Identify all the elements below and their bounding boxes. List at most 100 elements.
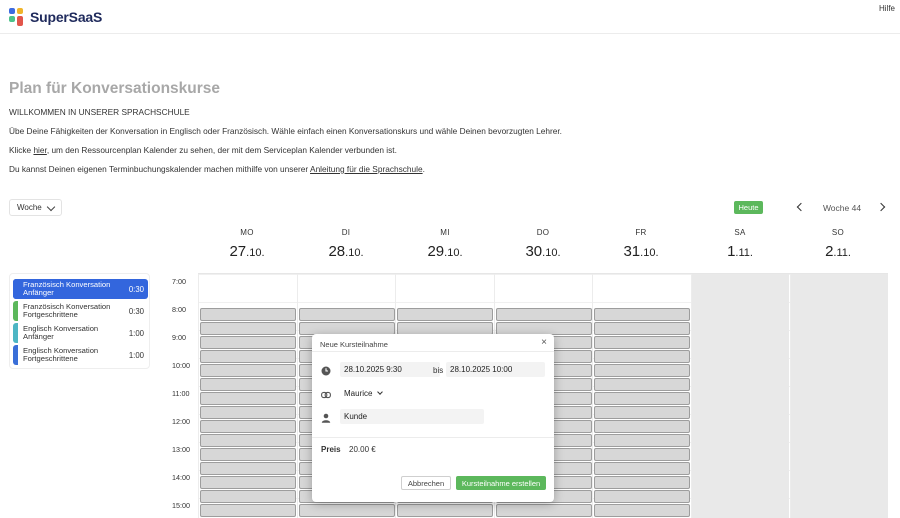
time-slot[interactable] [200, 420, 296, 433]
time-slot[interactable] [200, 504, 296, 517]
day-header[interactable]: MO 27.10. [198, 228, 296, 260]
time-slot[interactable] [594, 336, 691, 349]
time-slot[interactable] [200, 490, 296, 503]
next-week-button[interactable] [877, 202, 887, 212]
logo-mark-icon [9, 8, 25, 26]
time-slot[interactable] [594, 364, 691, 377]
week-label: Woche 44 [822, 203, 862, 213]
time-slot[interactable] [594, 448, 691, 461]
time-slot[interactable] [200, 378, 296, 391]
intro-line-3-pre: Du kannst Deinen eigenen Terminbuchungsk… [9, 164, 311, 174]
time-slot[interactable] [594, 308, 691, 321]
legend-item-line2: Anfänger [23, 288, 54, 297]
time-slot[interactable] [594, 476, 691, 489]
time-slot[interactable] [200, 406, 296, 419]
legend-item[interactable]: Französisch Konversation Anfänger 0:30 [13, 279, 148, 299]
day-number: 28 [328, 243, 346, 260]
start-datetime-field[interactable]: 28.10.2025 9:30 [340, 362, 440, 377]
day-month: .10. [246, 247, 265, 259]
time-slot[interactable] [594, 462, 691, 475]
user-icon [321, 413, 331, 423]
dialog-header: Neue Kursteilnahme × [312, 334, 554, 352]
day-header[interactable]: MI 29.10. [396, 228, 494, 260]
customer-field[interactable]: Kunde [340, 409, 484, 424]
new-booking-dialog: Neue Kursteilnahme × 28.10.2025 9:30 bis… [312, 334, 554, 502]
day-date: 28.10. [297, 243, 395, 260]
time-slot[interactable] [200, 434, 296, 447]
create-booking-button[interactable]: Kursteilnahme erstellen [456, 476, 546, 490]
intro-line-2: Klicke hier, um den Ressourcenplan Kalen… [9, 145, 397, 155]
time-slot[interactable] [594, 420, 691, 433]
day-column[interactable] [789, 274, 888, 518]
time-slot[interactable] [200, 308, 296, 321]
time-slot[interactable] [200, 462, 296, 475]
day-header[interactable]: FR 31.10. [592, 228, 690, 260]
resource-select-value: Maurice [344, 389, 373, 398]
legend-item-label: Englisch Konversation Fortgeschrittene [23, 347, 98, 363]
legend-item-line2: Anfänger [23, 332, 54, 341]
time-label: 14:00 [172, 473, 190, 482]
course-legend: Französisch Konversation Anfänger 0:30 Fran… [9, 273, 150, 369]
guide-link[interactable]: Anleitung für die Sprachschule [310, 164, 423, 174]
cancel-button[interactable]: Abbrechen [401, 476, 451, 490]
day-column[interactable] [691, 274, 789, 518]
legend-item[interactable]: Englisch Konversation Fortgeschrittene 1:0… [13, 345, 148, 365]
view-select-value: Woche [17, 203, 42, 212]
day-name: FR [635, 228, 647, 237]
time-slot[interactable] [594, 350, 691, 363]
time-slot[interactable] [397, 504, 494, 517]
prev-week-button[interactable] [795, 202, 805, 212]
day-name: DI [341, 228, 351, 237]
time-label: 8:00 [172, 305, 186, 314]
time-slot[interactable] [495, 308, 592, 321]
time-slot[interactable] [594, 504, 691, 517]
day-name: SA [734, 228, 746, 237]
time-slot[interactable] [200, 448, 296, 461]
resource-select[interactable]: Maurice [340, 386, 392, 401]
intro-line-2-post: , um den Ressourcenplan Kalender zu sehe… [46, 145, 397, 155]
day-number: 29 [427, 243, 445, 260]
time-slot[interactable] [200, 322, 296, 335]
time-slot[interactable] [594, 378, 691, 391]
time-slot[interactable] [200, 336, 296, 349]
time-slot[interactable] [594, 322, 691, 335]
dialog-title: Neue Kursteilnahme [320, 340, 388, 349]
day-date: 1.11. [691, 243, 789, 260]
time-slot[interactable] [397, 308, 494, 321]
day-header[interactable]: DI 28.10. [297, 228, 395, 260]
today-button[interactable]: Heute [734, 201, 763, 214]
logo[interactable]: SuperSaaS [9, 8, 102, 26]
time-slot[interactable] [200, 392, 296, 405]
view-select[interactable]: Woche [9, 199, 62, 216]
time-slot[interactable] [594, 490, 691, 503]
time-slot[interactable] [298, 308, 395, 321]
day-header[interactable]: DO 30.10. [494, 228, 592, 260]
day-date: 2.11. [789, 243, 887, 260]
time-slot[interactable] [200, 476, 296, 489]
day-column[interactable] [198, 274, 296, 518]
time-slot[interactable] [200, 364, 296, 377]
time-slot[interactable] [594, 434, 691, 447]
time-slot[interactable] [298, 504, 395, 517]
day-month: .10. [640, 247, 659, 259]
day-column[interactable] [592, 274, 691, 518]
legend-item[interactable]: Französisch Konversation Fortgeschrittene… [13, 301, 148, 321]
day-header[interactable]: SA 1.11. [691, 228, 789, 260]
resource-plan-link[interactable]: hier [33, 145, 46, 155]
help-link[interactable]: Hilfe [879, 4, 895, 13]
legend-item-duration: 0:30 [128, 307, 144, 316]
day-header[interactable]: SO 2.11. [789, 228, 887, 260]
page-title: Plan für Konversationskurse [9, 80, 221, 97]
day-name: DO [536, 228, 550, 237]
legend-item-label: Französisch Konversation Anfänger [23, 281, 110, 297]
close-icon[interactable]: × [541, 337, 547, 348]
legend-item[interactable]: Englisch Konversation Anfänger 1:00 [13, 323, 148, 343]
day-month: .10. [345, 247, 364, 259]
end-datetime-field[interactable]: 28.10.2025 10:00 [446, 362, 545, 377]
day-month: .10. [444, 247, 463, 259]
time-slot[interactable] [200, 350, 296, 363]
legend-item-duration: 1:00 [128, 351, 144, 360]
time-slot[interactable] [495, 504, 592, 517]
time-slot[interactable] [594, 392, 691, 405]
time-slot[interactable] [594, 406, 691, 419]
